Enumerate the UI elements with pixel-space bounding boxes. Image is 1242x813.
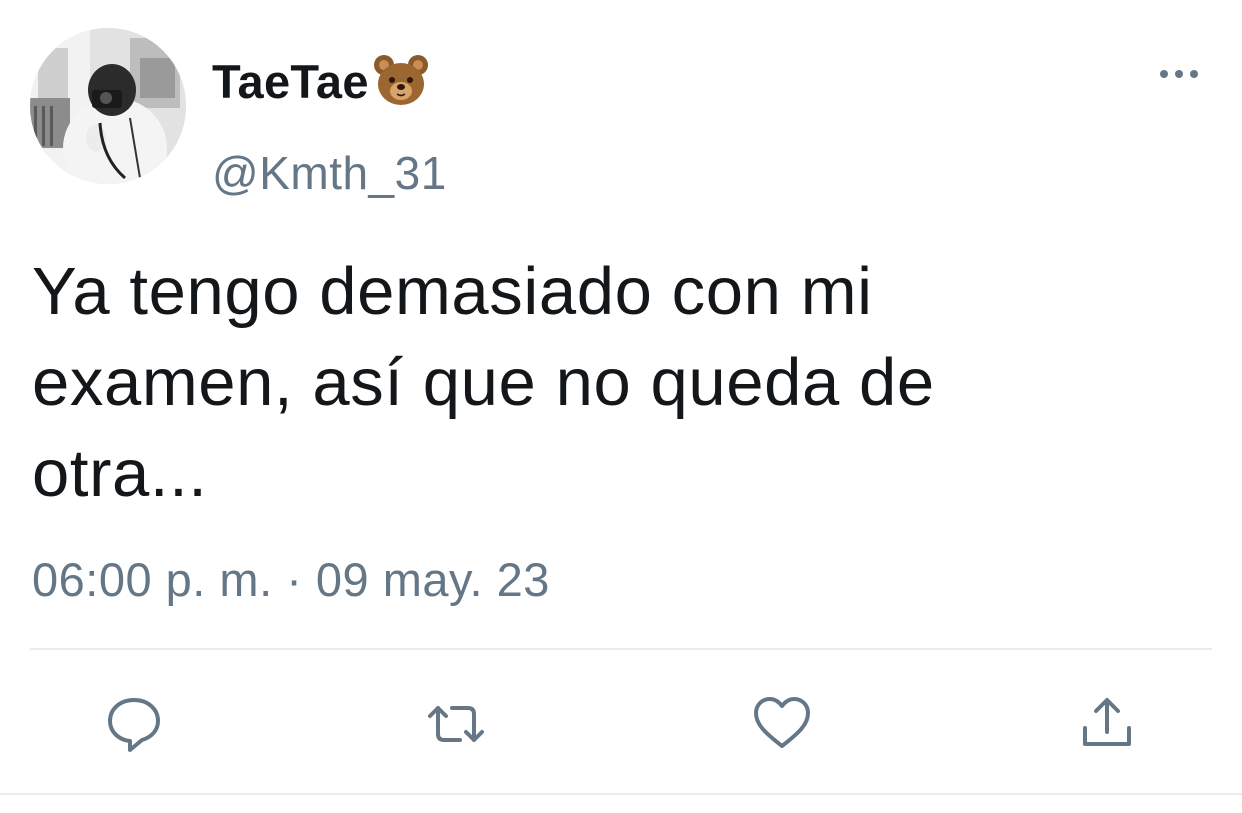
more-options-icon[interactable] [1158,64,1200,84]
user-handle[interactable]: @Kmth_31 [212,146,447,200]
share-icon[interactable] [1077,694,1137,754]
display-name[interactable]: TaeTae [212,50,429,112]
tweet-text: Ya tengo demasiado con mi examen, así qu… [32,254,935,511]
divider [0,793,1242,795]
display-name-text: TaeTae [212,54,369,108]
avatar[interactable] [30,28,186,184]
retweet-icon[interactable] [426,694,486,754]
divider [30,648,1212,650]
heart-icon[interactable] [752,694,812,754]
reply-icon[interactable] [104,694,164,754]
tweet-timestamp[interactable]: 06:00 p. m. · 09 may. 23 [32,552,550,607]
bear-face-emoji-icon [373,53,429,109]
